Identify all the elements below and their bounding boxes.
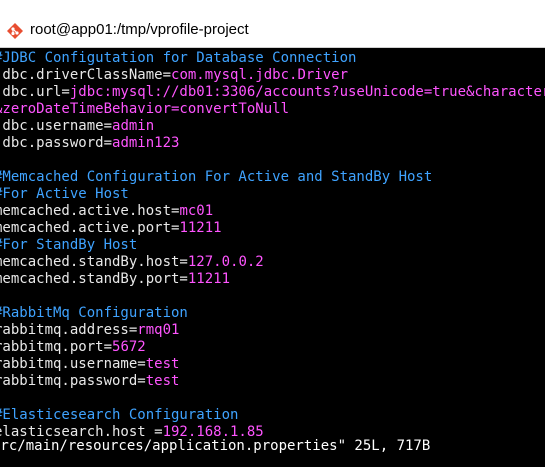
editor-line: jdbc.username=admin bbox=[0, 118, 154, 135]
line-comment: #For StandBy Host bbox=[0, 237, 138, 253]
editor-line: jdbc.driverClassName=com.mysql.jdbc.Driv… bbox=[0, 67, 348, 84]
line-value: test bbox=[145, 373, 180, 389]
line-key: jdbc.driverClassName= bbox=[0, 67, 172, 83]
line-comment: #For Active Host bbox=[0, 186, 129, 202]
line-value: admin123 bbox=[112, 135, 180, 151]
terminal-editor[interactable]: src/main/resources/application.propertie… bbox=[0, 48, 545, 467]
editor-line: rabbitmq.username=test bbox=[0, 356, 179, 373]
editor-line: #RabbitMq Configuration bbox=[0, 305, 188, 322]
editor-line: rabbitmq.port=5672 bbox=[0, 339, 146, 356]
editor-line: jdbc.password=admin123 bbox=[0, 135, 179, 152]
line-key: memcached.active.host= bbox=[0, 203, 180, 219]
line-key: memcached.standBy.host= bbox=[0, 254, 188, 270]
editor-line: memcached.active.host=mc01 bbox=[0, 203, 213, 220]
line-key: rabbitmq.password= bbox=[0, 373, 146, 389]
editor-line: rabbitmq.password=test bbox=[0, 373, 179, 390]
line-value: test bbox=[145, 356, 180, 372]
line-key: memcached.active.port= bbox=[0, 220, 180, 236]
line-value: 127.0.0.2 bbox=[187, 254, 264, 270]
line-value: 192.168.1.85 bbox=[162, 424, 264, 440]
line-value: 11211 bbox=[179, 220, 222, 236]
editor-line: jdbc.url=jdbc:mysql://db01:3306/accounts… bbox=[0, 84, 545, 101]
line-value: rmq01 bbox=[137, 322, 180, 338]
line-value: 5672 bbox=[112, 339, 146, 355]
editor-line: memcached.standBy.port=11211 bbox=[0, 271, 230, 288]
line-key: jdbc.url= bbox=[0, 84, 70, 100]
line-comment: #Elasticesearch Configuration bbox=[0, 407, 239, 423]
editor-line: &zeroDateTimeBehavior=convertToNull bbox=[0, 101, 289, 118]
editor-line: memcached.active.port=11211 bbox=[0, 220, 222, 237]
editor-line: memcached.standBy.host=127.0.0.2 bbox=[0, 254, 264, 271]
line-key: rabbitmq.username= bbox=[0, 356, 146, 372]
editor-line: #Elasticesearch Configuration bbox=[0, 407, 238, 424]
line-value: jdbc:mysql://db01:3306/accounts?useUnico… bbox=[69, 84, 545, 100]
line-value: mc01 bbox=[179, 203, 214, 219]
editor-line: #For StandBy Host bbox=[0, 237, 137, 254]
line-key: jdbc.username= bbox=[0, 118, 113, 134]
editor-line: elasticsearch.host =192.168.1.85 bbox=[0, 424, 264, 441]
window-titlebar: root@app01:/tmp/vprofile-project bbox=[0, 0, 545, 48]
editor-line: #For Active Host bbox=[0, 186, 129, 203]
line-key: memcached.standBy.port= bbox=[0, 271, 188, 287]
line-value: &zeroDateTimeBehavior=convertToNull bbox=[0, 101, 290, 117]
line-key: jdbc.password= bbox=[0, 135, 113, 151]
line-key: elasticsearch.host = bbox=[0, 424, 163, 440]
editor-line: #Memcached Configuration For Active and … bbox=[0, 169, 432, 186]
line-comment: #JDBC Configutation for Database Connect… bbox=[0, 50, 357, 66]
line-comment: #RabbitMq Configuration bbox=[0, 305, 188, 321]
line-comment: #Memcached Configuration For Active and … bbox=[0, 169, 433, 185]
editor-line: #JDBC Configutation for Database Connect… bbox=[0, 50, 356, 67]
line-key: rabbitmq.port= bbox=[0, 339, 113, 355]
git-bash-icon bbox=[7, 23, 23, 39]
window-title: root@app01:/tmp/vprofile-project bbox=[30, 21, 249, 38]
line-value: 11211 bbox=[187, 271, 231, 287]
line-key: rabbitmq.address= bbox=[0, 322, 138, 338]
line-value: com.mysql.jdbc.Driver bbox=[171, 67, 349, 83]
editor-line: rabbitmq.address=rmq01 bbox=[0, 322, 179, 339]
line-value: admin bbox=[112, 118, 155, 134]
